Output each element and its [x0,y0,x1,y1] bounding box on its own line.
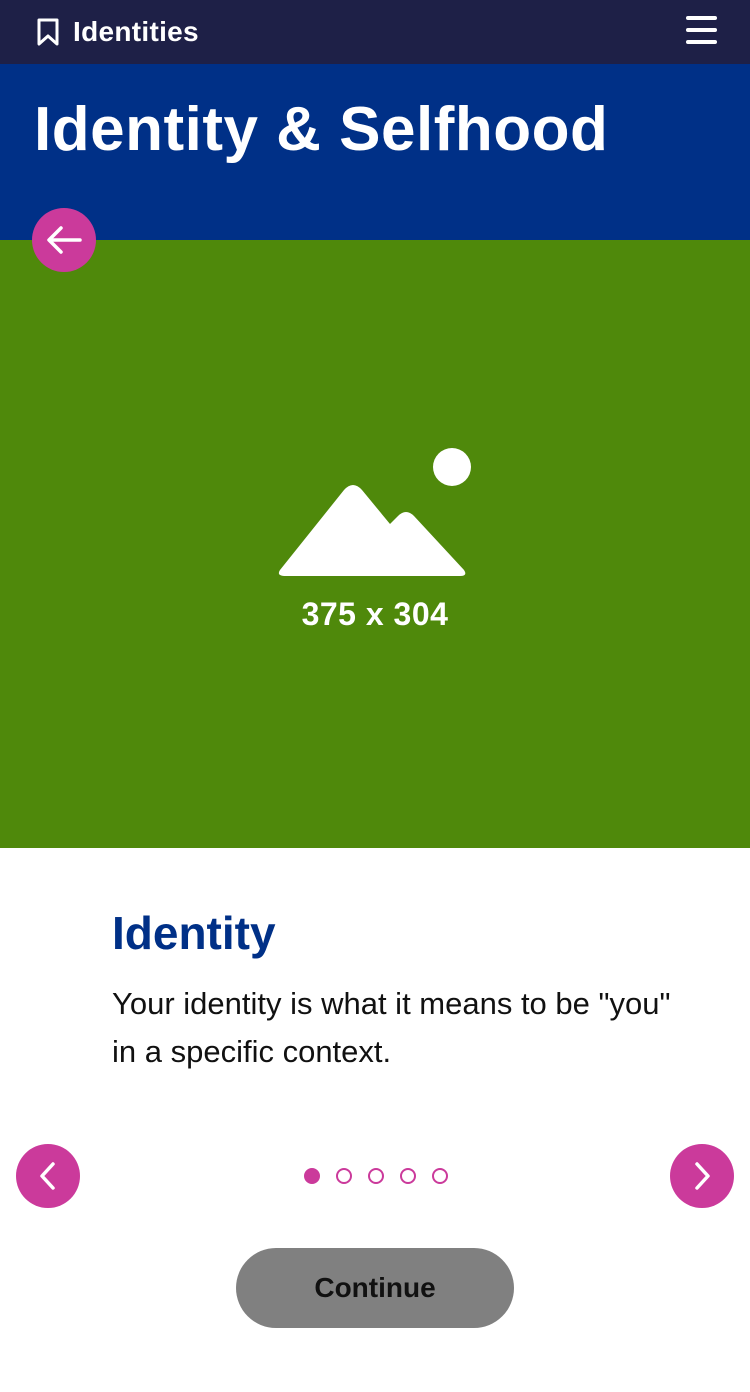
previous-slide-button[interactable] [16,1144,80,1208]
back-button[interactable] [32,208,96,272]
bookmark-icon[interactable] [34,17,62,47]
page-title: Identity & Selfhood [34,95,609,164]
pager-dot[interactable] [400,1168,416,1184]
chevron-left-icon [40,1162,55,1190]
hero-image-placeholder: 375 x 304 [0,240,750,848]
image-dimensions-label: 375 x 304 [301,596,449,632]
slide-body: Your identity is what it means to be "yo… [112,986,671,1069]
pager-dot[interactable] [368,1168,384,1184]
top-bar: Identities [0,0,750,64]
page-header: Identity & Selfhood [0,64,750,240]
slide-title: Identity [112,907,276,959]
hamburger-menu-icon[interactable] [686,16,720,48]
pager-dot[interactable] [432,1168,448,1184]
continue-button[interactable]: Continue [236,1248,514,1328]
pager-dot[interactable] [336,1168,352,1184]
next-slide-button[interactable] [670,1144,734,1208]
chevron-right-icon [695,1162,710,1190]
slide-pager [304,1168,448,1184]
pager-dot[interactable] [304,1168,320,1184]
image-placeholder-icon [278,448,471,576]
brand-title: Identities [73,16,199,47]
arrow-left-icon [47,226,82,254]
slide-content: Identity Your identity is what it means … [112,906,672,1076]
